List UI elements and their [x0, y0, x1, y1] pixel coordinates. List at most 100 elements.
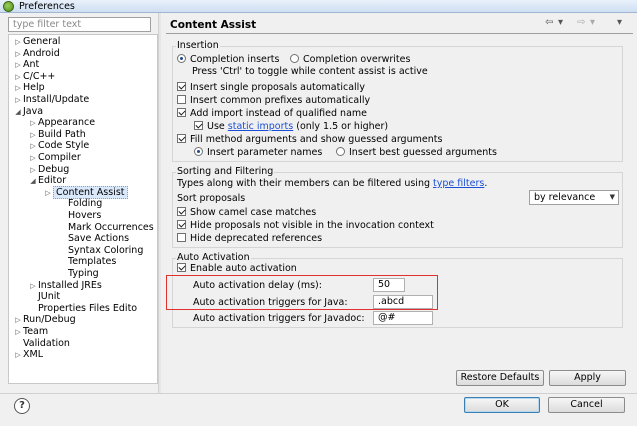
tree-collapsed-arrow-icon[interactable]: ▷ [28, 141, 38, 152]
preferences-tree[interactable]: ▷ General ▷ Android ▷ Ant ▷ C/C++ ▷ Help ▷ Install/… [8, 34, 158, 384]
insert-best-guessed-radio[interactable]: Insert best guessed arguments [336, 147, 497, 159]
tree-item[interactable]: Typing [58, 268, 99, 279]
tree-item[interactable]: ▷ C/C++ [13, 71, 55, 82]
tree-item-label: Typing [68, 268, 99, 279]
tree-item[interactable]: Syntax Coloring [58, 245, 143, 256]
hide-deprecated-checkbox[interactable]: Hide deprecated references [177, 233, 322, 245]
enable-auto-activation-checkbox[interactable]: Enable auto activation [177, 263, 297, 275]
checkbox-checked-icon [177, 220, 186, 229]
type-filters-link[interactable]: type filters [433, 178, 484, 189]
tree-item[interactable]: ▷ Installed JREs [28, 280, 102, 291]
cancel-button[interactable]: Cancel [548, 397, 625, 413]
app-icon [3, 1, 14, 12]
tree-collapsed-arrow-icon[interactable]: ▷ [13, 315, 23, 326]
tree-item[interactable]: Templates [58, 256, 116, 267]
tree-item[interactable]: ▷ Debug [28, 164, 69, 175]
tree-item[interactable]: Folding [58, 198, 102, 209]
checkbox-checked-icon [194, 121, 203, 130]
tree-item[interactable]: ▷ Compiler [28, 152, 81, 164]
tree-item[interactable]: ▷ General [13, 36, 60, 47]
tree-collapsed-arrow-icon[interactable]: ▷ [13, 60, 23, 71]
tree-collapsed-arrow-icon[interactable]: ▷ [28, 118, 38, 129]
tree-item[interactable]: Hovers [58, 210, 101, 221]
use-static-imports-checkbox[interactable]: Use static imports (only 1.5 or higher) [194, 121, 388, 133]
completion-inserts-radio[interactable]: Completion inserts [177, 54, 279, 66]
checkbox-checked-icon [177, 134, 186, 143]
insert-prefixes-checkbox[interactable]: Insert common prefixes automatically [177, 95, 370, 107]
tree-item[interactable]: Validation [13, 338, 70, 349]
tree-collapsed-arrow-icon[interactable]: ▷ [13, 72, 23, 83]
tree-expanded-arrow-icon[interactable]: ◢ [28, 176, 38, 187]
tree-item[interactable]: ▷ Android [13, 48, 59, 60]
tree-item[interactable]: ▷ Ant [13, 59, 39, 70]
checkbox-checked-icon [177, 108, 186, 117]
tree-collapsed-arrow-icon[interactable]: ▷ [13, 95, 23, 106]
forward-arrow-icon[interactable]: ⇨ [577, 17, 585, 28]
tree-collapsed-arrow-icon[interactable]: ▷ [28, 165, 38, 176]
tree-item-label: Install/Update [23, 94, 90, 105]
tree-item[interactable]: Save Actions [58, 233, 129, 244]
tree-item[interactable]: ▷ Code Style [28, 140, 89, 151]
apply-button[interactable]: Apply [549, 370, 626, 386]
tree-collapsed-arrow-icon[interactable]: ▷ [13, 49, 23, 60]
tree-collapsed-arrow-icon[interactable]: ▷ [13, 83, 23, 94]
tree-collapsed-arrow-icon[interactable]: ▷ [28, 153, 38, 164]
tree-item[interactable]: ▷ Help [13, 82, 44, 94]
javadoc-triggers-label: Auto activation triggers for Javadoc: [193, 313, 365, 324]
tree-item[interactable]: ▷ Install/Update [13, 94, 89, 105]
tree-item-label: Java [23, 105, 44, 117]
tree-expanded-arrow-icon[interactable]: ◢ [13, 107, 23, 118]
restore-defaults-button[interactable]: Restore Defaults [456, 370, 544, 386]
static-imports-link[interactable]: static imports [228, 121, 293, 132]
javadoc-triggers-input[interactable]: @# [373, 311, 433, 325]
checkbox-unchecked-icon [177, 233, 186, 242]
tree-collapsed-arrow-icon[interactable]: ▷ [13, 37, 23, 48]
completion-overwrites-radio[interactable]: Completion overwrites [290, 54, 410, 66]
insertion-group-title: Insertion [176, 40, 220, 51]
checkbox-unchecked-icon [177, 95, 186, 104]
tree-item[interactable]: Mark Occurrences [58, 222, 154, 233]
camel-case-checkbox[interactable]: Show camel case matches [177, 207, 316, 219]
title-bar[interactable]: Preferences [0, 0, 637, 13]
ok-button[interactable]: OK [464, 397, 540, 413]
tree-item-label: Syntax Coloring [68, 244, 144, 256]
tree-item-label: JUnit [38, 291, 61, 303]
tree-item[interactable]: JUnit [28, 291, 60, 302]
sort-proposals-combo[interactable]: by relevance ▼ [529, 190, 619, 205]
forward-history-dropdown-icon[interactable]: ▾ [590, 17, 595, 28]
tree-item[interactable]: ▷ Appearance [28, 117, 95, 128]
tree-item[interactable]: ▷ Build Path [28, 129, 85, 141]
fill-arguments-checkbox[interactable]: Fill method arguments and show guessed a… [177, 134, 442, 146]
tree-item[interactable]: ◢ Java [13, 106, 43, 117]
filter-input[interactable] [8, 17, 151, 32]
tree-item[interactable]: ▷ Team [13, 326, 48, 337]
tree-item-label: Folding [68, 198, 103, 210]
tree-item[interactable]: ▷ Run/Debug [13, 314, 76, 326]
help-icon[interactable]: ? [14, 398, 30, 414]
tree-collapsed-arrow-icon[interactable]: ▷ [13, 350, 23, 361]
tree-item[interactable]: ◢ Editor [28, 175, 66, 186]
tree-item-label: General [23, 36, 61, 47]
tree-collapsed-arrow-icon[interactable]: ▷ [13, 327, 23, 338]
tree-item[interactable]: ▷ Content Assist [43, 185, 128, 199]
checkbox-checked-icon [177, 263, 186, 272]
tree-collapsed-arrow-icon[interactable]: ▷ [28, 130, 38, 141]
tree-item[interactable]: Properties Files Edito [28, 303, 137, 314]
insert-single-checkbox[interactable]: Insert single proposals automatically [177, 82, 365, 94]
add-import-checkbox[interactable]: Add import instead of qualified name [177, 108, 367, 120]
tree-collapsed-arrow-icon[interactable]: ▷ [28, 281, 38, 292]
tree-item[interactable]: ▷ XML [13, 349, 43, 360]
back-history-dropdown-icon[interactable]: ▾ [558, 17, 563, 28]
tree-collapsed-arrow-icon[interactable]: ▷ [43, 188, 53, 199]
checkbox-checked-icon [177, 82, 186, 91]
pane-splitter[interactable] [158, 13, 161, 393]
insert-parameter-names-radio[interactable]: Insert parameter names [194, 147, 322, 159]
view-menu-icon[interactable]: ▾ [617, 17, 622, 28]
page-nav-toolbar: ⇦ ▾ ⇨ ▾ ▾ [545, 17, 630, 31]
hide-not-visible-checkbox[interactable]: Hide proposals not visible in the invoca… [177, 220, 434, 232]
tree-item-label: Compiler [38, 152, 81, 163]
tree-item-label: Installed JREs [38, 279, 102, 291]
page-title: Content Assist [170, 19, 257, 31]
back-arrow-icon[interactable]: ⇦ [545, 17, 553, 28]
tree-item-label: Run/Debug [23, 314, 76, 326]
